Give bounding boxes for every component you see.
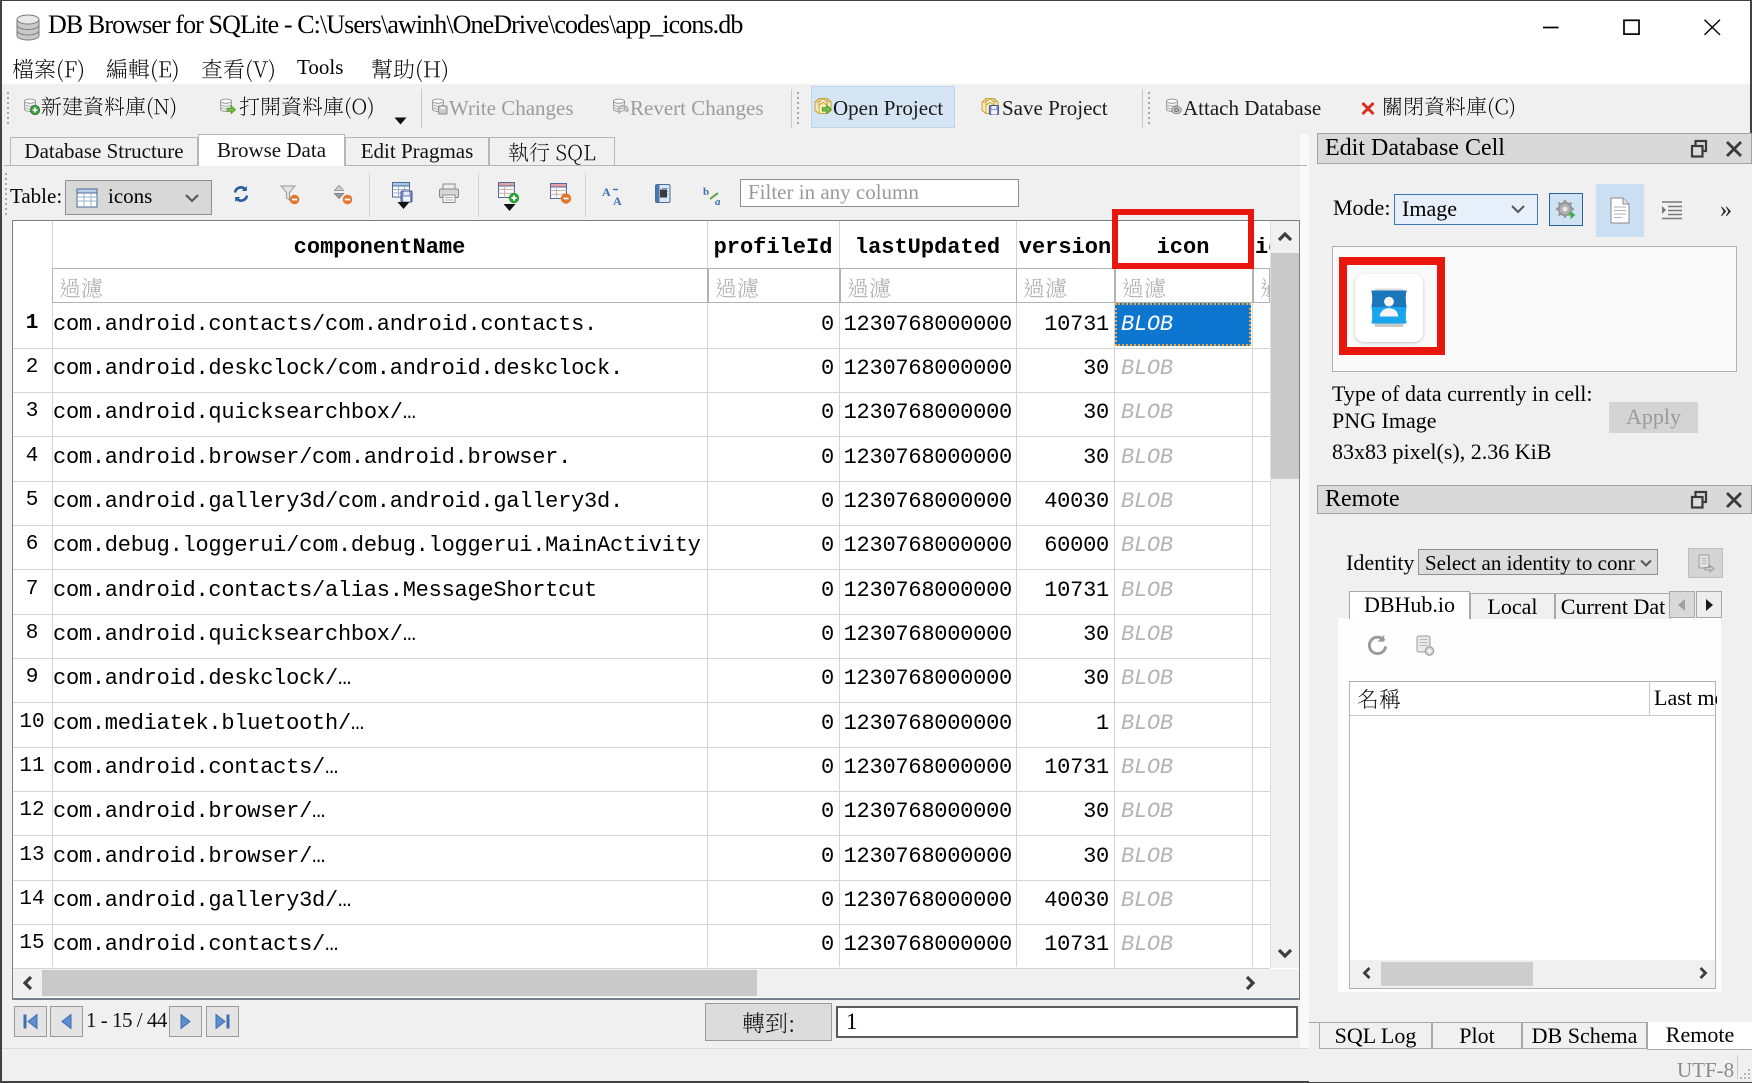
svg-text:A: A (602, 185, 611, 199)
svg-text:A: A (613, 194, 622, 206)
svg-text:b: b (703, 186, 709, 198)
svg-text:a: a (715, 196, 721, 206)
